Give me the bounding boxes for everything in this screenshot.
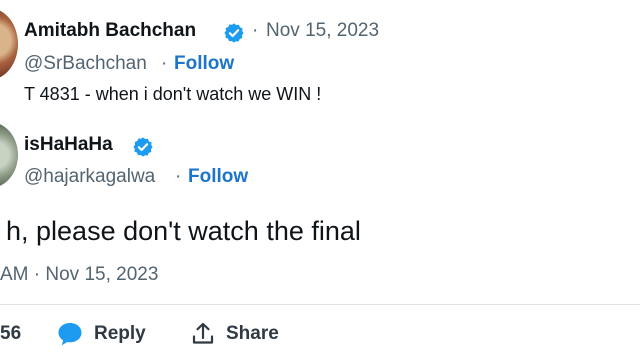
author-name[interactable]: Amitabh Bachchan: [24, 20, 196, 42]
dot-separator: ·: [161, 53, 168, 74]
dot-separator: ·: [252, 20, 259, 41]
tweet-date[interactable]: Nov 15, 2023: [266, 20, 379, 42]
like-count-value: 56: [0, 323, 22, 344]
tweet-embed: Amitabh Bachchan · Nov 15, 2023 @SrBachc…: [0, 0, 640, 360]
verified-badge-icon: [224, 23, 244, 43]
avatar[interactable]: [0, 8, 18, 80]
reply-button[interactable]: Reply: [56, 321, 146, 347]
tweet-text: h, please don't watch the final: [6, 216, 361, 246]
author-handle[interactable]: @SrBachchan: [24, 53, 147, 75]
dot-separator: ·: [175, 166, 182, 187]
follow-button[interactable]: Follow: [174, 53, 234, 75]
follow-button[interactable]: Follow: [188, 166, 248, 188]
author-handle[interactable]: @hajarkagalwa: [24, 166, 155, 188]
divider: [0, 304, 640, 305]
verified-badge-icon: [133, 137, 153, 157]
author-name[interactable]: isHaHaHa: [24, 134, 113, 156]
share-button[interactable]: Share: [190, 321, 279, 347]
tweet-text: T 4831 - when i don't watch we WIN !: [24, 84, 322, 104]
like-count[interactable]: 56: [0, 323, 21, 345]
reply-label: Reply: [94, 323, 146, 344]
tweet-timestamp[interactable]: AM · Nov 15, 2023: [0, 264, 158, 286]
reply-bubble-icon: [58, 323, 82, 346]
share-upload-icon: [192, 322, 214, 344]
share-label: Share: [226, 323, 279, 344]
avatar[interactable]: [0, 122, 18, 188]
